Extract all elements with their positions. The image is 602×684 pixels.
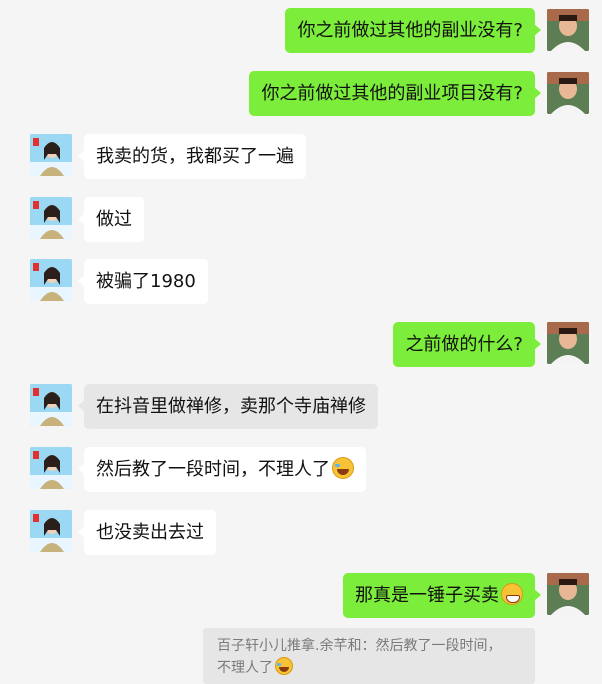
message-bubble-received[interactable]: 我卖的货，我都买了一遍 [78, 134, 306, 179]
contact-avatar[interactable] [30, 259, 72, 301]
contact-avatar[interactable] [30, 197, 72, 239]
message-text: 之前做的什么? [405, 334, 523, 355]
message-bubble-received[interactable]: 然后教了一段时间，不理人了 [78, 447, 366, 492]
laughing-tears-emoji-icon [332, 457, 354, 479]
message-text: 然后教了一段时间，不理人了 [96, 459, 330, 480]
message-bubble-sent[interactable]: 你之前做过其他的副业没有? [285, 8, 541, 53]
message-text: 做过 [96, 209, 132, 230]
message-bubble-sent[interactable]: 之前做的什么? [393, 322, 541, 367]
message-bubble-sent[interactable]: 你之前做过其他的副业项目没有? [249, 71, 541, 116]
message-text: 我卖的货，我都买了一遍 [96, 146, 294, 167]
message-bubble-received[interactable]: 被骗了1980 [78, 259, 208, 304]
quoted-message[interactable]: 百子轩小儿推拿.余芊和：然后教了一段时间， 不理人了 [203, 628, 535, 684]
message-text: 那真是一锤子买卖 [355, 585, 499, 606]
chat-area: 你之前做过其他的副业没有? 你之前做过其他的副业项目没有? 我卖的货，我都买了一… [0, 0, 602, 684]
message-text: 被骗了1980 [96, 271, 196, 292]
message-bubble-received[interactable]: 在抖音里做禅修，卖那个寺庙禅修 [78, 384, 378, 429]
message-bubble-received[interactable]: 也没卖出去过 [78, 510, 216, 555]
message-bubble-sent[interactable]: 那真是一锤子买卖 [343, 573, 541, 618]
my-avatar[interactable] [547, 72, 589, 114]
contact-avatar[interactable] [30, 447, 72, 489]
laughing-tears-emoji-icon [275, 657, 293, 675]
message-text: 你之前做过其他的副业没有? [297, 20, 523, 41]
grinning-emoji-icon [501, 583, 523, 605]
quote-line-1: 百子轩小儿推拿.余芊和：然后教了一段时间， [217, 638, 502, 654]
message-text: 在抖音里做禅修，卖那个寺庙禅修 [96, 396, 366, 417]
message-text: 也没卖出去过 [96, 522, 204, 543]
my-avatar[interactable] [547, 322, 589, 364]
quote-line-2: 不理人了 [217, 660, 273, 676]
my-avatar[interactable] [547, 9, 589, 51]
message-text: 你之前做过其他的副业项目没有? [261, 83, 523, 104]
contact-avatar[interactable] [30, 384, 72, 426]
contact-avatar[interactable] [30, 510, 72, 552]
message-bubble-received[interactable]: 做过 [78, 197, 144, 242]
contact-avatar[interactable] [30, 134, 72, 176]
quote-line-2-wrap: 不理人了 [217, 657, 521, 679]
my-avatar[interactable] [547, 573, 589, 615]
